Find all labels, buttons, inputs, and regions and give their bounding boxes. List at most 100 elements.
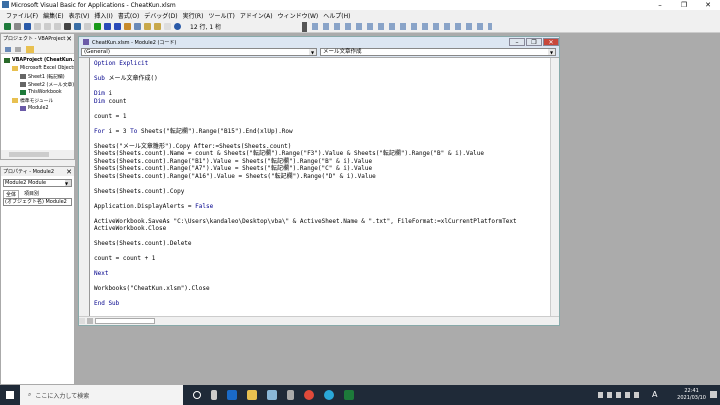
code-line[interactable]: Sheets(Sheets.count).Copy — [94, 188, 517, 196]
close-properties-button[interactable]: ✕ — [66, 168, 72, 176]
system-tray-icons[interactable] — [598, 392, 643, 398]
save-icon[interactable] — [24, 22, 31, 30]
code-line[interactable]: Option Explicit — [94, 60, 517, 68]
menu-item[interactable]: ツール(T) — [208, 11, 234, 20]
object-combo[interactable]: (General) ▼ — [81, 48, 317, 56]
object-browser-icon[interactable] — [154, 22, 161, 30]
code-line[interactable]: Dim count — [94, 98, 517, 106]
menu-item[interactable]: ヘルプ(H) — [323, 11, 350, 20]
help-icon[interactable] — [174, 22, 181, 30]
file-explorer-icon[interactable] — [247, 390, 257, 400]
toolbox-icon[interactable] — [164, 22, 171, 30]
code-line[interactable] — [94, 195, 517, 203]
task-view-icon[interactable] — [211, 390, 217, 400]
ime-indicator[interactable]: A — [652, 390, 657, 399]
menu-item[interactable]: アドイン(A) — [240, 11, 273, 20]
close-button[interactable]: ✕ — [696, 0, 720, 10]
code-line[interactable] — [94, 233, 517, 241]
menu-item[interactable]: 実行(R) — [183, 11, 204, 20]
code-line[interactable]: count = count + 1 — [94, 255, 517, 263]
code-line[interactable]: count = 1 — [94, 113, 517, 121]
tree-node[interactable]: ThisWorkbook — [1, 88, 74, 96]
code-line[interactable]: Workbooks("CheatKun.xlsm").Close — [94, 285, 517, 293]
toolbar-scroll[interactable] — [302, 22, 307, 32]
undo-icon[interactable] — [74, 22, 81, 30]
code-line[interactable]: Application.DisplayAlerts = False — [94, 203, 517, 211]
code-line[interactable] — [94, 105, 517, 113]
tree-node[interactable]: Sheet1 (転記欄) — [1, 72, 74, 80]
find-icon[interactable] — [64, 22, 71, 30]
view-code-icon[interactable] — [5, 47, 11, 52]
menu-item[interactable]: 表示(V) — [69, 11, 90, 20]
code-line[interactable]: Sheets("メール文章雛形").Copy After:=Sheets(She… — [94, 143, 517, 151]
code-line[interactable]: Sheets(Sheets.count).Range("A7").Value =… — [94, 165, 517, 173]
procedure-combo[interactable]: メール文章作成 ▼ — [320, 48, 556, 56]
reset-icon[interactable] — [114, 22, 121, 30]
code-close-button[interactable]: ✕ — [543, 38, 559, 46]
code-line[interactable] — [94, 180, 517, 188]
cortana-icon[interactable] — [193, 391, 201, 399]
tree-node[interactable]: 標準モジュール — [1, 96, 74, 104]
code-line[interactable]: Next — [94, 270, 517, 278]
menu-item[interactable]: 挿入(I) — [94, 11, 112, 20]
code-line[interactable] — [94, 210, 517, 218]
notepad-icon[interactable] — [267, 390, 277, 400]
excel-icon[interactable] — [344, 390, 354, 400]
code-line[interactable]: Dim i — [94, 90, 517, 98]
menu-item[interactable]: 書式(O) — [118, 11, 139, 20]
run-icon[interactable] — [94, 22, 101, 30]
insert-module-icon[interactable] — [14, 22, 21, 30]
code-line[interactable] — [94, 83, 517, 91]
start-button[interactable] — [6, 391, 14, 399]
outlook-icon[interactable] — [227, 390, 237, 400]
code-line[interactable]: ActiveWorkbook.Close — [94, 225, 517, 233]
tab-categorized[interactable]: 項目別 — [22, 190, 41, 198]
code-line[interactable]: Sub メール文章作成() — [94, 75, 517, 83]
menu-item[interactable]: ファイル(F) — [6, 11, 38, 20]
maximize-button[interactable]: ❐ — [672, 0, 696, 10]
paste-icon[interactable] — [54, 22, 61, 30]
menu-item[interactable]: デバッグ(D) — [144, 11, 177, 20]
object-select[interactable]: Module2 Module ▼ — [3, 179, 72, 187]
code-line[interactable] — [94, 248, 517, 256]
menu-item[interactable]: ウィンドウ(W) — [278, 11, 319, 20]
property-row-name[interactable]: (オブジェクト名) Module2 — [3, 198, 72, 206]
code-line[interactable] — [94, 263, 517, 271]
code-restore-button[interactable]: ❐ — [526, 38, 542, 46]
edge-icon[interactable] — [324, 390, 334, 400]
code-line[interactable] — [94, 135, 517, 143]
redo-icon[interactable] — [84, 22, 91, 30]
code-horizontal-scrollbar[interactable] — [79, 316, 559, 325]
clock[interactable]: 22:41 2021/03/10 — [677, 388, 706, 402]
code-line[interactable] — [94, 120, 517, 128]
view-object-icon[interactable] — [15, 47, 21, 52]
code-editor[interactable]: Option Explicit Sub メール文章作成() Dim i Dim cou… — [79, 57, 559, 318]
minimize-button[interactable]: – — [648, 0, 672, 10]
tree-node[interactable]: Sheet2 (メール文章) — [1, 80, 74, 88]
procedure-view-button[interactable] — [79, 318, 85, 324]
code-line[interactable]: For i = 3 To Sheets("転記欄").Range("B15").… — [94, 128, 517, 136]
toggle-folders-icon[interactable] — [26, 46, 34, 53]
copy-icon[interactable] — [44, 22, 51, 30]
notification-icon[interactable] — [710, 391, 717, 398]
calculator-icon[interactable] — [287, 390, 294, 400]
code-minimize-button[interactable]: – — [509, 38, 525, 46]
project-explorer-icon[interactable] — [134, 22, 141, 30]
break-icon[interactable] — [104, 22, 111, 30]
tree-node[interactable]: VBAProject (CheatKun.xlsm) — [1, 56, 74, 64]
code-vertical-scrollbar[interactable] — [550, 58, 559, 318]
cut-icon[interactable] — [34, 22, 41, 30]
tree-node[interactable]: Microsoft Excel Objects — [1, 64, 74, 72]
project-hscrollbar[interactable] — [1, 150, 74, 159]
close-project-pane-button[interactable]: ✕ — [66, 35, 72, 43]
code-line[interactable]: Sheets(Sheets.count).Range("B1").Value =… — [94, 158, 517, 166]
code-line[interactable]: Sheets(Sheets.count).Range("A16").Value … — [94, 173, 517, 181]
tree-node[interactable]: Module2 — [1, 104, 74, 112]
tab-alphabetic[interactable]: 全体 — [3, 190, 20, 198]
view-excel-icon[interactable] — [4, 22, 11, 30]
code-line[interactable]: Sheets(Sheets.count).Name = count & Shee… — [94, 150, 517, 158]
full-module-view-button[interactable] — [87, 318, 93, 324]
taskbar-search[interactable]: ⌕ ここに入力して検索 — [20, 385, 183, 405]
code-line[interactable]: Sheets(Sheets.count).Delete — [94, 240, 517, 248]
menu-item[interactable]: 編集(E) — [43, 11, 63, 20]
